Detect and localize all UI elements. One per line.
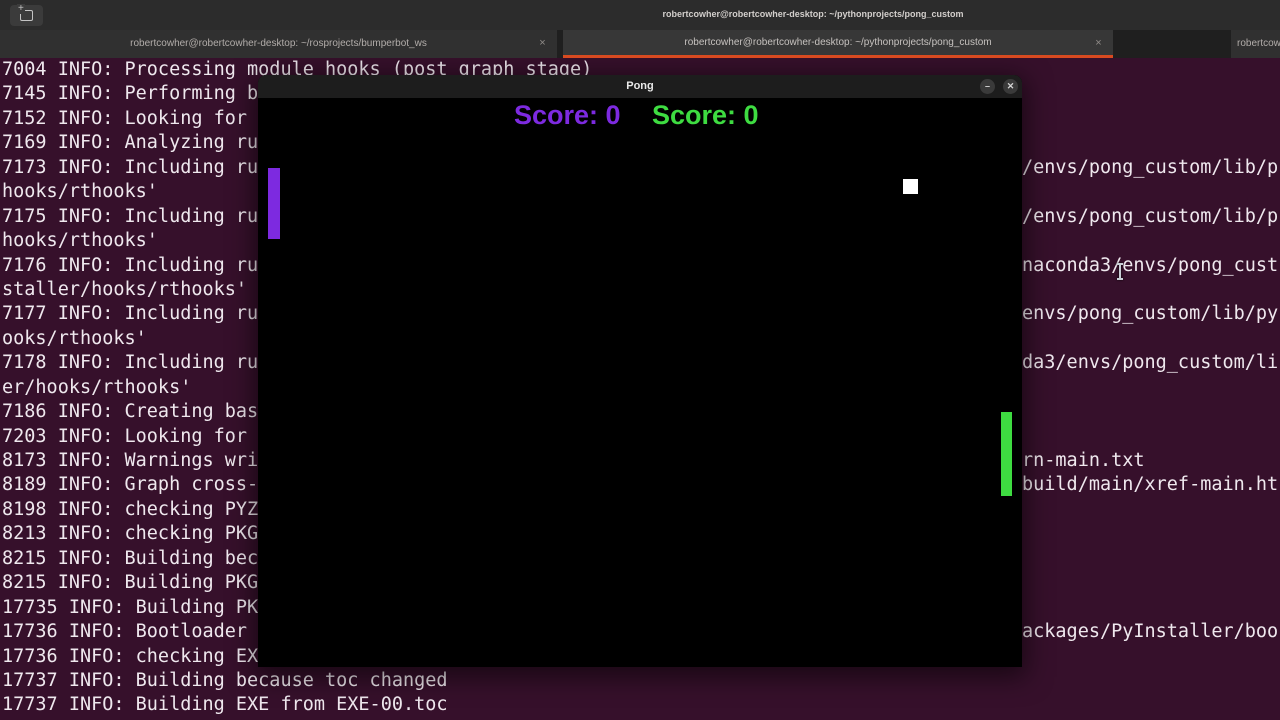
tab-bumperbot-ws[interactable]: robertcowher@robertcowher-desktop: ~/ros… <box>0 30 557 58</box>
tab-label: robertcowher@robertcowher-desktop: ~/pyt… <box>684 37 992 48</box>
terminal-text-left: 7145 INFO: Performing b <box>2 83 259 105</box>
terminal-header-bar: robertcowher@robertcowher-desktop: ~/pyt… <box>0 0 1280 30</box>
terminal-text-right: build/main/xref-main.ht <box>1022 474 1279 496</box>
tab-close-icon[interactable]: × <box>536 37 549 50</box>
pong-window-title: Pong <box>626 80 654 92</box>
tab-bar: robertcowher@robertcowher-desktop: ~/ros… <box>0 30 1280 58</box>
terminal-text-right: rn-main.txt <box>1022 450 1145 471</box>
tab-pong-custom-active[interactable]: robertcowher@robertcowher-desktop: ~/pyt… <box>563 30 1113 58</box>
terminal-line: 17737 INFO: Building because toc changed <box>2 669 1280 693</box>
pong-title-bar[interactable]: Pong – ✕ <box>258 75 1022 98</box>
terminal-text-left: 7177 INFO: Including ru <box>2 303 259 325</box>
terminal-text-left: 7169 INFO: Analyzing ru <box>2 132 259 154</box>
terminal-text-right: da3/envs/pong_custom/li <box>1022 352 1279 374</box>
mouse-ibeam-cursor <box>1116 263 1125 280</box>
terminal-text-left: 8215 INFO: Building PKG <box>2 572 259 594</box>
terminal-text-right: ackages/PyInstaller/boo <box>1022 621 1279 643</box>
terminal-text-left: 7178 INFO: Including ru <box>2 352 259 374</box>
tab-label: robertcow <box>1237 38 1280 49</box>
ball <box>903 179 918 194</box>
terminal-text-left: 7175 INFO: Including ru <box>2 205 259 227</box>
pong-game-canvas[interactable]: Score: 0 Score: 0 <box>258 98 1022 667</box>
tab-partial[interactable]: robertcow <box>1231 30 1280 58</box>
terminal-text-left: 17736 INFO: checking EX <box>2 645 259 667</box>
minimize-icon: – <box>984 81 990 91</box>
terminal-text-left: 17735 INFO: Building PK <box>2 596 259 618</box>
terminal-text-left: staller/hooks/rthooks' <box>2 278 248 300</box>
terminal-text-left: 17737 INFO: Building EXE from EXE-00.toc <box>2 694 448 716</box>
terminal-text-left: 8215 INFO: Building bec <box>2 547 259 569</box>
terminal-text-left: 7173 INFO: Including ru <box>2 156 259 178</box>
left-paddle <box>268 168 280 239</box>
terminal-text-left: 8198 INFO: checking PYZ <box>2 498 259 520</box>
terminal-text-left: hooks/rthooks' <box>2 230 158 252</box>
terminal-text-right: envs/pong_custom/lib/py <box>1022 303 1279 325</box>
terminal-text-left: er/hooks/rthooks' <box>2 376 192 398</box>
terminal-text-right: /envs/pong_custom/lib/p <box>1022 156 1279 178</box>
close-button[interactable]: ✕ <box>1003 79 1018 94</box>
terminal-text-left: 8189 INFO: Graph cross- <box>2 474 259 496</box>
terminal-text-left: 8213 INFO: checking PKG <box>2 523 259 545</box>
window-title: robertcowher@robertcowher-desktop: ~/pyt… <box>662 9 964 19</box>
terminal-line: 17737 INFO: Building EXE from EXE-00.toc <box>2 693 1280 717</box>
terminal-text-left: ooks/rthooks' <box>2 327 147 349</box>
close-icon: ✕ <box>1006 81 1015 91</box>
left-score-label: Score: 0 <box>514 100 621 130</box>
terminal-text-left: 17737 INFO: Building because toc changed <box>2 669 448 691</box>
terminal-text-left: 7176 INFO: Including ru <box>2 254 259 276</box>
terminal-text-right: naconda3/envs/pong_cust <box>1022 254 1279 276</box>
terminal-text-left: 7152 INFO: Looking for <box>2 107 259 129</box>
terminal-text-left: 8173 INFO: Warnings wri <box>2 450 259 471</box>
terminal-text-left: 7203 INFO: Looking for <box>2 425 259 447</box>
terminal-text-left: hooks/rthooks' <box>2 181 158 203</box>
new-tab-icon <box>17 4 33 21</box>
new-tab-button[interactable] <box>10 4 43 26</box>
tab-label: robertcowher@robertcowher-desktop: ~/ros… <box>130 38 427 49</box>
terminal-text-left: 7186 INFO: Creating bas <box>2 401 259 423</box>
terminal-text-right: /envs/pong_custom/lib/p <box>1022 205 1279 227</box>
minimize-button[interactable]: – <box>980 79 995 94</box>
right-score-label: Score: 0 <box>652 100 759 130</box>
tab-close-icon[interactable]: × <box>1092 37 1105 50</box>
right-paddle <box>1001 412 1012 496</box>
terminal-text-left: 17736 INFO: Bootloader <box>2 621 259 643</box>
pong-window: Pong – ✕ Score: 0 Score: 0 <box>258 75 1022 667</box>
